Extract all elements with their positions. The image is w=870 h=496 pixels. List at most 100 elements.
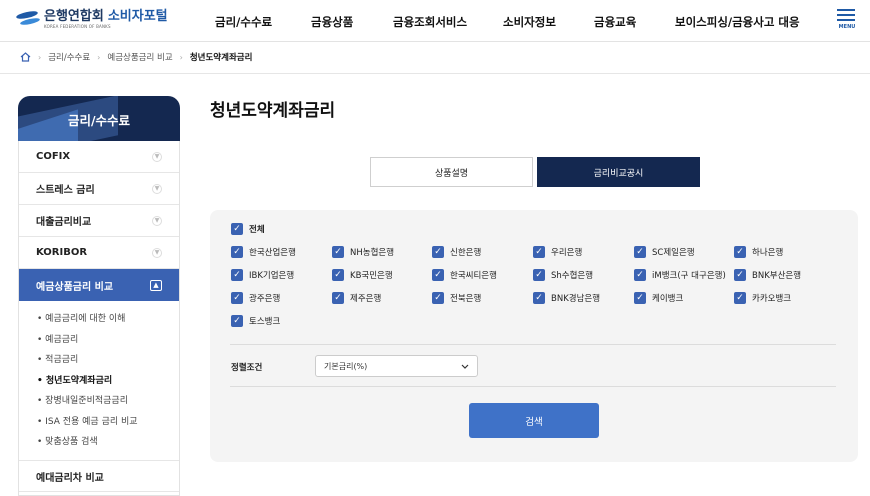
bank-checkbox[interactable]: ✓ 우리은행 — [533, 246, 582, 258]
bank-label: IBK기업은행 — [249, 271, 295, 281]
checkbox-checked-icon: ✓ — [432, 246, 444, 258]
menu-button[interactable]: MENU — [837, 9, 857, 33]
divider — [230, 344, 836, 345]
divider — [230, 386, 836, 387]
checkbox-checked-icon: ✓ — [634, 269, 646, 281]
tab-product-description[interactable]: 상품설명 — [370, 157, 533, 187]
bank-label: 광주은행 — [249, 294, 281, 304]
sidebar-sub-item[interactable]: • ISA 전용 예금 금리 비교 — [37, 412, 138, 433]
tab-rate-comparison[interactable]: 금리비교공시 — [537, 157, 700, 187]
checkbox-checked-icon: ✓ — [734, 292, 746, 304]
nav-item-products[interactable]: 금융상품 — [311, 14, 353, 30]
nav-item-education[interactable]: 금융교육 — [594, 14, 636, 30]
checkbox-checked-icon: ✓ — [332, 269, 344, 281]
bank-checkbox[interactable]: ✓ NH농협은행 — [332, 246, 394, 258]
sidebar-item-cofix[interactable]: COFIX ▼ — [19, 141, 179, 173]
bank-checkbox[interactable]: ✓ 한국씨티은행 — [432, 269, 497, 281]
chevron-up-icon: ▲ — [150, 279, 162, 291]
chevron-down-icon: ▼ — [152, 215, 162, 226]
sort-select[interactable]: 기본금리(%) — [315, 355, 478, 377]
bank-label: 전북은행 — [450, 294, 482, 304]
breadcrumb-item[interactable]: 금리/수수료 — [48, 51, 90, 63]
site-logo[interactable]: 은행연합회 소비자포털 KOREA FEDERATION OF BANKS — [15, 8, 168, 30]
sidebar-item-label: 스트레스 금리 — [36, 185, 95, 196]
filter-panel: ✓ 전체 ✓ 한국산업은행 ✓ NH농협은행 ✓ 신한은행 ✓ 우리은행 ✓ SC제일은행… — [210, 210, 858, 462]
bank-checkbox[interactable]: ✓ Sh수협은행 — [533, 269, 593, 281]
sidebar-sub-item[interactable]: • 적금금리 — [37, 350, 138, 371]
checkbox-checked-icon: ✓ — [432, 269, 444, 281]
sort-select-value: 기본금리(%) — [324, 361, 368, 371]
sidebar-sub-item-current[interactable]: • 청년도약계좌금리 — [37, 371, 138, 392]
sidebar-item-label: 대출금리비교 — [36, 217, 92, 228]
checkbox-checked-icon: ✓ — [533, 292, 545, 304]
sidebar-item-stress-rate[interactable]: 스트레스 금리 ▼ — [19, 173, 179, 205]
checkbox-checked-icon: ✓ — [734, 246, 746, 258]
checkbox-checked-icon: ✓ — [231, 315, 243, 327]
nav-item-phishing[interactable]: 보이스피싱/금융사고 대응 — [675, 14, 800, 30]
bank-label: BNK경남은행 — [551, 294, 601, 304]
bank-label: SC제일은행 — [652, 248, 695, 258]
nav-item-consumer-info[interactable]: 소비자정보 — [503, 14, 556, 30]
chevron-down-icon: ▼ — [152, 151, 162, 162]
bank-label: Sh수협은행 — [551, 271, 594, 281]
breadcrumb-current: 청년도약계좌금리 — [189, 53, 253, 63]
sidebar-sub-item[interactable]: • 맞춤상품 검색 — [37, 432, 138, 453]
bank-label: 우리은행 — [551, 248, 583, 258]
breadcrumb-item[interactable]: 예금상품금리 비교 — [107, 51, 172, 63]
bank-label: BNK부산은행 — [752, 271, 802, 281]
bank-checkbox[interactable]: ✓ iM뱅크(구 대구은행) — [634, 269, 726, 281]
checkbox-checked-icon: ✓ — [332, 246, 344, 258]
bank-label: NH농협은행 — [350, 248, 395, 258]
bank-checkbox[interactable]: ✓ SC제일은행 — [634, 246, 695, 258]
bank-checkbox[interactable]: ✓ KB국민은행 — [332, 269, 393, 281]
bank-checkbox[interactable]: ✓ 전북은행 — [432, 292, 481, 304]
bank-label: 한국산업은행 — [249, 248, 296, 258]
checkbox-checked-icon: ✓ — [533, 246, 545, 258]
sort-label: 정렬조건 — [231, 363, 263, 373]
bank-checkbox[interactable]: ✓ 신한은행 — [432, 246, 481, 258]
sidebar-item-loan-rates[interactable]: 대출금리비교 ▼ — [19, 205, 179, 237]
bank-checkbox[interactable]: ✓ 토스뱅크 — [231, 315, 280, 327]
bank-label: 제주은행 — [350, 294, 382, 304]
search-button[interactable]: 검색 — [469, 403, 599, 438]
bank-label: KB국민은행 — [350, 271, 393, 281]
checkbox-checked-icon: ✓ — [231, 223, 243, 235]
sidebar-title: 금리/수수료 — [67, 113, 131, 128]
sidebar-sub-item[interactable]: • 장병내일준비적금금리 — [37, 391, 138, 412]
logo-subtitle: KOREA FEDERATION OF BANKS — [44, 23, 111, 29]
chevron-down-icon: ▼ — [152, 247, 162, 258]
menu-label: MENU — [838, 24, 856, 30]
bank-checkbox[interactable]: ✓ 카카오뱅크 — [734, 292, 791, 304]
bank-checkbox[interactable]: ✓ IBK기업은행 — [231, 269, 294, 281]
checkbox-all[interactable]: ✓ 전체 — [231, 223, 265, 235]
bank-label: 카카오뱅크 — [752, 294, 792, 304]
bank-checkbox[interactable]: ✓ BNK경남은행 — [533, 292, 600, 304]
bank-label: 한국씨티은행 — [450, 271, 497, 281]
bank-checkbox[interactable]: ✓ 케이뱅크 — [634, 292, 683, 304]
sidebar-sub-item[interactable]: • 예금금리 — [37, 330, 138, 351]
sidebar-item-deposit-rates[interactable]: 예금상품금리 비교 ▲ — [19, 269, 179, 301]
breadcrumb-separator: › — [38, 52, 42, 62]
checkbox-checked-icon: ✓ — [231, 269, 243, 281]
checkbox-checked-icon: ✓ — [231, 292, 243, 304]
sidebar-sub-item[interactable]: • 예금금리에 대한 이해 — [37, 309, 138, 330]
breadcrumb-separator: › — [97, 52, 101, 62]
bank-checkbox[interactable]: ✓ 광주은행 — [231, 292, 280, 304]
breadcrumb-bar: › 금리/수수료 › 예금상품금리 비교 › 청년도약계좌금리 — [0, 42, 870, 74]
bank-checkbox[interactable]: ✓ 한국산업은행 — [231, 246, 296, 258]
tab-bar: 상품설명 금리비교공시 — [370, 157, 700, 187]
bank-checkbox[interactable]: ✓ BNK부산은행 — [734, 269, 801, 281]
sidebar-item-spread[interactable]: 예대금리차 비교 — [19, 460, 179, 492]
bank-checkbox[interactable]: ✓ 하나은행 — [734, 246, 783, 258]
checkbox-checked-icon: ✓ — [533, 269, 545, 281]
nav-item-rates[interactable]: 금리/수수료 — [215, 14, 272, 30]
logo-portal-name: 소비자포털 — [107, 8, 168, 24]
sidebar-header: 금리/수수료 — [18, 96, 180, 141]
sidebar-item-koribor[interactable]: KORIBOR ▼ — [19, 237, 179, 269]
chevron-down-icon — [461, 364, 469, 369]
nav-item-inquiry[interactable]: 금융조회서비스 — [393, 14, 467, 30]
bank-checkbox[interactable]: ✓ 제주은행 — [332, 292, 381, 304]
sidebar-item-label: 예대금리차 비교 — [36, 472, 104, 484]
bank-label: 하나은행 — [752, 248, 784, 258]
home-icon[interactable] — [20, 52, 31, 62]
